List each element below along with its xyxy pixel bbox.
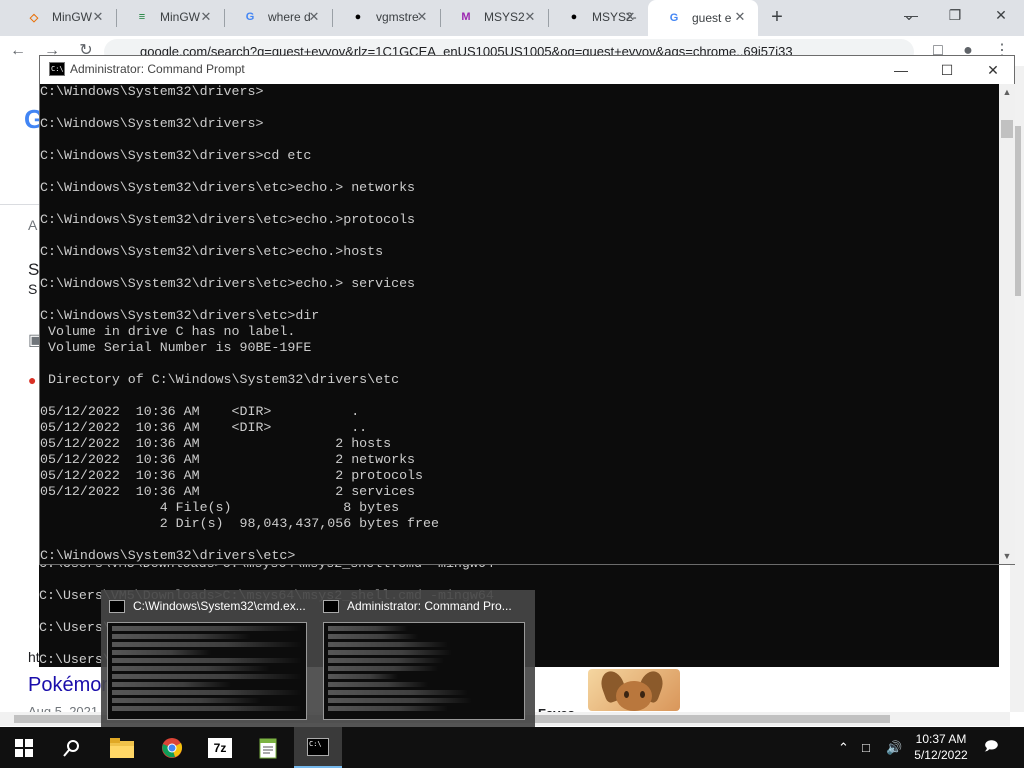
console-line: C:\Windows\System32\drivers\etc>echo.>ho… — [40, 244, 384, 259]
console-line: 4 File(s) 8 bytes — [40, 500, 400, 515]
browser-tab[interactable]: M MSYS2 ✕ — [440, 0, 548, 34]
cmd-vertical-scrollbar[interactable]: ▲ ▼ — [999, 84, 1015, 564]
browser-close-button[interactable]: ✕ — [978, 0, 1024, 30]
chrome-icon[interactable] — [148, 727, 196, 768]
close-icon[interactable]: ✕ — [198, 9, 214, 25]
google-icon: G — [669, 12, 679, 24]
console-line: C:\Windows\System32\drivers\etc>echo.>pr… — [40, 212, 416, 227]
tray-chevron-up-icon[interactable]: ⌃ — [838, 727, 849, 768]
console-line: C:\Windows\System32\drivers> — [40, 84, 264, 99]
cmd-icon — [109, 599, 125, 613]
peek-text-a: A — [28, 217, 38, 233]
system-clock[interactable]: 10:37 AM 5/12/2022 — [906, 731, 976, 763]
clock-date: 5/12/2022 — [914, 748, 968, 762]
console-line: 05/12/2022 10:36 AM 2 protocols — [40, 468, 424, 483]
new-tab-button[interactable]: + — [766, 6, 788, 28]
google-icon: G — [245, 11, 255, 23]
cmd-window-title: Administrator: Command Prompt — [70, 62, 245, 76]
github-icon: ● — [354, 11, 362, 23]
cmd-title-bar[interactable]: C:\ Administrator: Command Prompt — ☐ ✕ — [40, 56, 1014, 84]
browser-tab[interactable]: ● vgmstre ✕ — [332, 0, 440, 34]
console-line: 05/12/2022 10:36 AM <DIR> . — [40, 404, 360, 419]
cmd-minimize-button[interactable]: — — [878, 56, 924, 84]
console-line: 2 Dir(s) 98,043,437,056 bytes free — [40, 516, 439, 531]
msys2-icon: M — [461, 11, 471, 23]
preview-cmd-exe[interactable]: C:\Windows\System32\cmd.ex... — [101, 590, 311, 727]
start-icon[interactable] — [0, 727, 48, 768]
preview-title: C:\Windows\System32\cmd.ex... — [133, 599, 306, 613]
console-line: C:\Windows\System32\drivers\etc> — [40, 548, 296, 563]
pokeball-icon: ● — [28, 372, 37, 388]
console-line: Volume Serial Number is 90BE-19FE — [40, 340, 312, 355]
console-line: 05/12/2022 10:36 AM 2 services — [40, 484, 416, 499]
peek-text-s2: S — [28, 281, 38, 297]
browser-minimize-button[interactable]: — — [888, 0, 934, 30]
console-line: Volume in drive C has no label. — [40, 324, 296, 339]
search-result-title[interactable]: Pokémon — [28, 674, 113, 697]
console-line: 05/12/2022 10:36 AM <DIR> .. — [40, 420, 368, 435]
browser-tab-strip: + ⌄ — ❐ ✕ ◇ MinGW ✕ ≡ MinGW ✕ Gwhere d ✕ ● vgmstr… — [0, 0, 1024, 36]
browser-tab[interactable]: ● MSYS2- ✕ — [548, 0, 648, 34]
scroll-up-arrow-icon[interactable]: ▲ — [999, 84, 1015, 100]
preview-thumbnail — [323, 622, 525, 720]
console-line: C:\Windows\System32\drivers>cd etc — [40, 148, 312, 163]
cmd-taskbar-icon[interactable]: C:\ — [294, 727, 342, 768]
close-icon[interactable]: ✕ — [414, 9, 430, 25]
console-line: 05/12/2022 10:36 AM 2 hosts — [40, 436, 392, 451]
volume-icon[interactable]: 🔊 — [886, 727, 902, 768]
file-explorer-icon[interactable] — [98, 727, 146, 768]
notepad-plus-icon[interactable] — [244, 727, 292, 768]
network-icon[interactable]: □ — [862, 727, 870, 768]
console-line: C:\Windows\System32\drivers\etc>echo.> n… — [40, 180, 416, 195]
search-icon[interactable] — [48, 727, 96, 768]
browser-restore-button[interactable]: ❐ — [932, 0, 978, 30]
clock-time: 10:37 AM — [915, 732, 967, 746]
cmd-close-button[interactable]: ✕ — [970, 56, 1016, 84]
cmd-icon — [323, 599, 339, 613]
close-icon[interactable]: ✕ — [522, 9, 538, 25]
back-arrow-icon[interactable]: ← — [6, 40, 30, 62]
github-icon: ● — [570, 11, 578, 23]
console-line: 05/12/2022 10:36 AM 2 networks — [40, 452, 416, 467]
console-line: C:\Windows\System32\drivers\etc>echo.> s… — [40, 276, 416, 291]
close-icon[interactable]: ✕ — [622, 9, 638, 25]
cmd-maximize-button[interactable]: ☐ — [924, 56, 970, 84]
browser-tab[interactable]: Gguest e ✕ — [648, 0, 758, 36]
preview-title: Administrator: Command Pro... — [347, 599, 512, 613]
sourceforge-icon: ◇ — [29, 11, 39, 24]
mingw-icon: ≡ — [138, 11, 146, 23]
7zip-icon[interactable]: 7z — [196, 727, 244, 768]
windows-taskbar: 7z C:\ ⌃ □ 🔊 10:37 AM 5/12/2022 🗩 — [0, 727, 1024, 768]
peek-text-s: S — [28, 260, 40, 279]
notification-icon[interactable]: 🗩 — [984, 727, 998, 768]
console-line: C:\Windows\System32\drivers> — [40, 116, 264, 131]
close-icon[interactable]: ✕ — [306, 9, 322, 25]
preview-admin-command-prompt[interactable]: Administrator: Command Pro... — [315, 590, 531, 727]
close-icon[interactable]: ✕ — [90, 9, 106, 25]
browser-tab[interactable]: ≡ MinGW ✕ — [116, 0, 224, 34]
console-line: Directory of C:\Windows\System32\drivers… — [40, 372, 400, 387]
taskbar-preview-popup: C:\Windows\System32\cmd.ex... Administra… — [101, 590, 535, 727]
browser-tab[interactable]: ◇ MinGW ✕ — [8, 0, 116, 34]
command-prompt-window: C:\ Administrator: Command Prompt — ☐ ✕ … — [39, 55, 1015, 565]
cmd-icon: C:\ — [49, 62, 65, 76]
browser-tab[interactable]: Gwhere d ✕ — [224, 0, 332, 34]
eevee-thumbnail-image[interactable] — [588, 669, 680, 711]
scroll-down-arrow-icon[interactable]: ▼ — [999, 548, 1015, 564]
console-output[interactable]: C:\Windows\System32\drivers> C:\Windows\S… — [40, 84, 999, 564]
scroll-thumb[interactable] — [1001, 120, 1013, 138]
preview-thumbnail — [107, 622, 307, 720]
console-line: C:\Windows\System32\drivers\etc>dir — [40, 308, 320, 323]
close-icon[interactable]: ✕ — [732, 9, 748, 25]
